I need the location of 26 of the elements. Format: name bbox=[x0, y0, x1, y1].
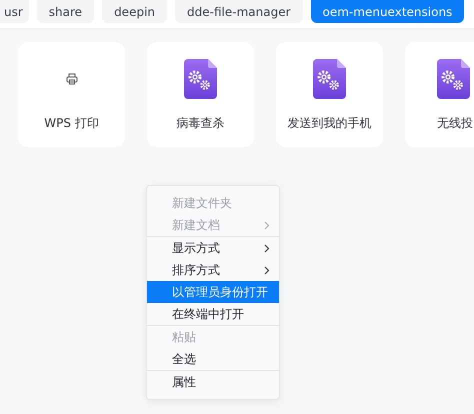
file-name: 病毒查杀 bbox=[176, 115, 224, 132]
file-item[interactable]: 发送到我的手机 bbox=[276, 42, 383, 147]
breadcrumb-tab[interactable]: oem-menuextensions bbox=[310, 0, 464, 23]
settings-file-icon bbox=[313, 59, 346, 99]
breadcrumb-tab[interactable]: usr bbox=[0, 0, 29, 23]
file-item[interactable]: 病毒查杀 bbox=[147, 42, 254, 147]
breadcrumb-tab[interactable]: deepin bbox=[102, 0, 168, 23]
menu-item[interactable]: 排序方式 bbox=[147, 259, 279, 281]
menu-item[interactable]: 属性 bbox=[147, 371, 279, 393]
chevron-right-icon bbox=[264, 266, 270, 274]
chevron-right-icon bbox=[264, 244, 270, 252]
settings-file-icon bbox=[437, 59, 470, 99]
menu-item[interactable]: 全选 bbox=[147, 348, 279, 370]
menu-item[interactable]: 在终端中打开 bbox=[147, 303, 279, 325]
file-item[interactable]: WPS 打印 bbox=[18, 42, 125, 147]
menu-item[interactable]: 显示方式 bbox=[147, 237, 279, 259]
file-name: 无线投 bbox=[437, 115, 473, 132]
file-item[interactable]: 无线投 bbox=[405, 42, 474, 147]
file-name: WPS 打印 bbox=[44, 115, 99, 132]
chevron-right-icon bbox=[264, 220, 270, 230]
printer-icon bbox=[66, 73, 78, 85]
menu-item[interactable]: 以管理员身份打开 bbox=[147, 281, 279, 303]
breadcrumb-tab[interactable]: dde-file-manager bbox=[175, 0, 303, 23]
breadcrumb-tab[interactable]: share bbox=[36, 0, 94, 23]
settings-file-icon bbox=[184, 59, 217, 99]
file-name: 发送到我的手机 bbox=[288, 115, 372, 132]
